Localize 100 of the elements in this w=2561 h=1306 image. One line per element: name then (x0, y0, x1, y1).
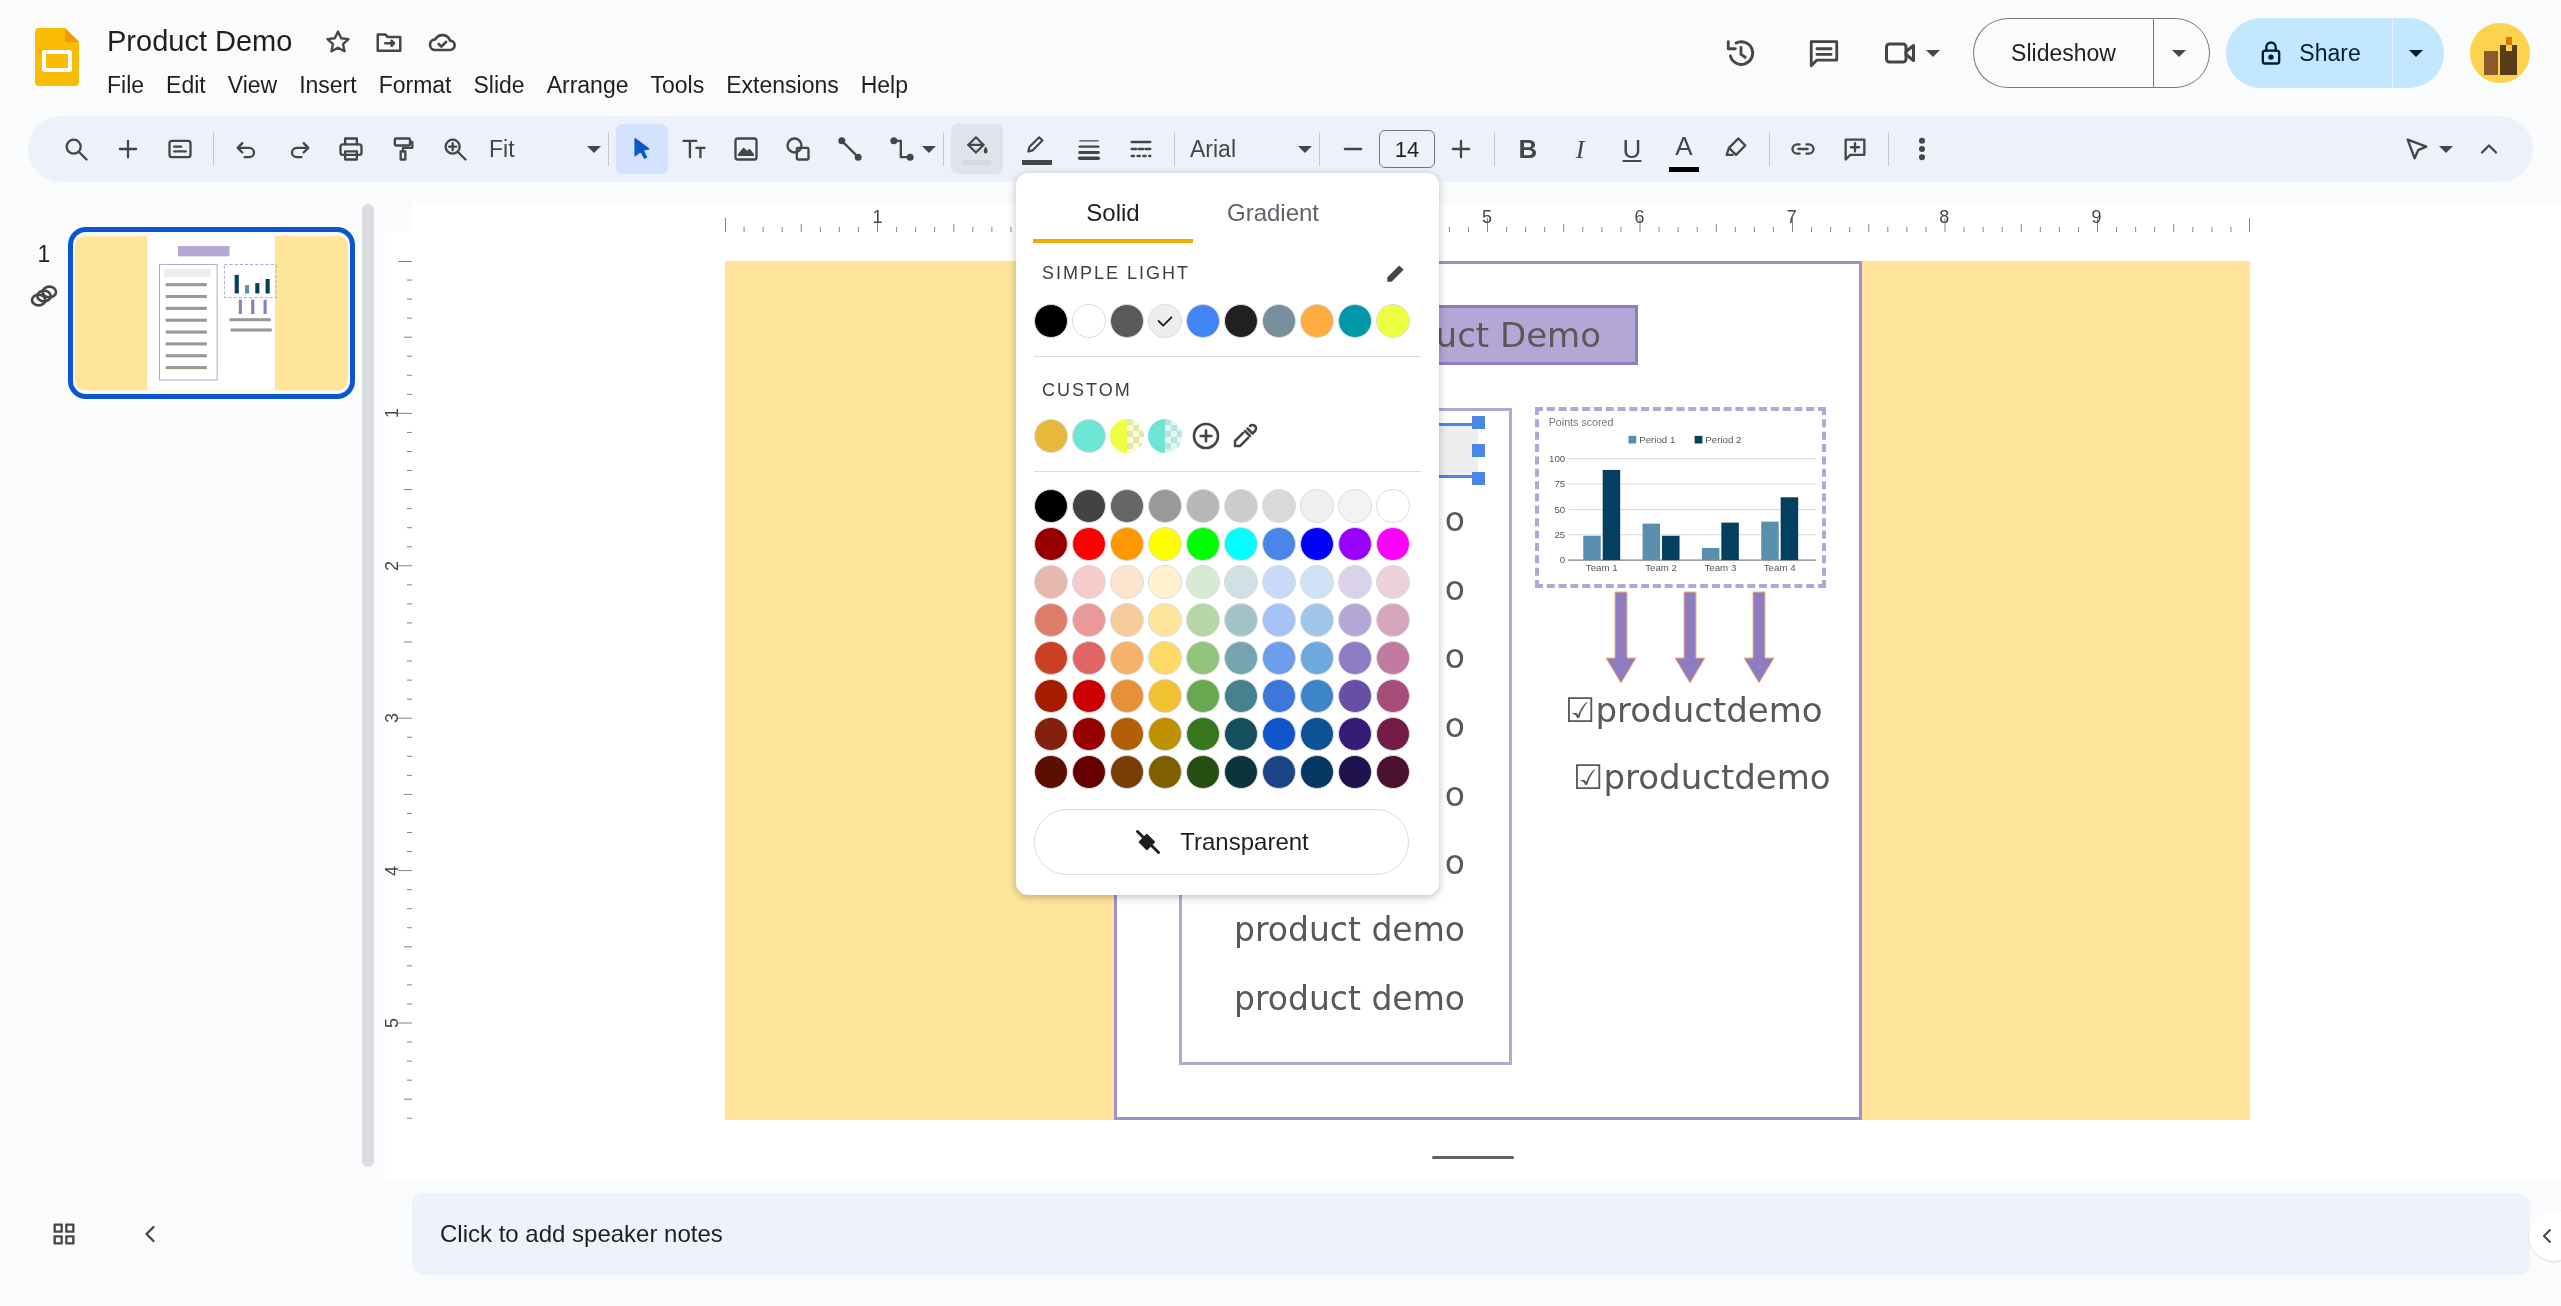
color-swatch[interactable] (1376, 641, 1410, 675)
resize-handle[interactable] (1472, 472, 1485, 485)
color-swatch[interactable] (1072, 304, 1106, 338)
color-swatch[interactable] (1300, 489, 1334, 523)
color-swatch[interactable] (1338, 565, 1372, 599)
color-swatch[interactable] (1186, 717, 1220, 751)
color-swatch[interactable] (1034, 641, 1068, 675)
share-button[interactable]: Share (2226, 18, 2392, 88)
color-swatch[interactable] (1262, 304, 1296, 338)
color-swatch[interactable] (1186, 489, 1220, 523)
format-button[interactable]: I (1554, 125, 1606, 173)
color-swatch[interactable] (1224, 641, 1258, 675)
color-swatch[interactable] (1338, 527, 1372, 561)
color-swatch[interactable] (1110, 527, 1144, 561)
color-swatch[interactable] (1376, 755, 1410, 789)
speaker-notes-field[interactable]: Click to add speaker notes (412, 1193, 2530, 1275)
format-button[interactable]: U (1606, 125, 1658, 173)
caret-icon[interactable] (1926, 49, 1940, 57)
color-swatch[interactable] (1262, 717, 1296, 751)
color-swatch[interactable] (1300, 304, 1334, 338)
color-swatch[interactable] (1034, 603, 1068, 637)
color-swatch[interactable] (1376, 304, 1410, 338)
color-swatch[interactable] (1376, 489, 1410, 523)
color-swatch[interactable] (1300, 603, 1334, 637)
color-swatch[interactable] (1148, 755, 1182, 789)
color-swatch[interactable] (1262, 565, 1296, 599)
color-swatch[interactable] (1186, 603, 1220, 637)
color-swatch[interactable] (1148, 717, 1182, 751)
color-swatch[interactable] (1148, 489, 1182, 523)
color-swatch[interactable] (1224, 717, 1258, 751)
color-swatch[interactable] (1376, 717, 1410, 751)
format-button[interactable]: A (1658, 125, 1710, 173)
menu-item[interactable]: Arrange (538, 65, 637, 104)
font-select[interactable]: Arial (1182, 125, 1312, 173)
color-swatch[interactable] (1072, 489, 1106, 523)
avatar[interactable] (2470, 23, 2530, 83)
font-size-field[interactable]: 14 (1379, 130, 1435, 168)
color-swatch[interactable] (1072, 527, 1106, 561)
color-swatch[interactable] (1148, 304, 1182, 338)
color-swatch[interactable] (1148, 527, 1182, 561)
color-swatch[interactable] (1034, 565, 1068, 599)
cursor-tool-button[interactable] (616, 124, 668, 174)
add-icon[interactable] (1190, 420, 1222, 452)
color-swatch[interactable] (1186, 565, 1220, 599)
document-title[interactable]: Product Demo (107, 20, 293, 64)
color-swatch[interactable] (1034, 419, 1068, 453)
color-swatch[interactable] (1338, 755, 1372, 789)
color-swatch[interactable] (1186, 641, 1220, 675)
menu-item[interactable]: Format (370, 65, 460, 104)
slide-thumbnail[interactable] (68, 227, 355, 399)
color-swatch[interactable] (1338, 717, 1372, 751)
color-swatch[interactable] (1224, 527, 1258, 561)
color-swatch[interactable] (1110, 641, 1144, 675)
color-swatch[interactable] (1110, 304, 1144, 338)
color-swatch[interactable] (1148, 679, 1182, 713)
color-swatch[interactable] (1110, 419, 1144, 453)
color-swatch[interactable] (1300, 717, 1334, 751)
print-icon[interactable] (337, 135, 365, 163)
color-swatch[interactable] (1186, 527, 1220, 561)
color-swatch[interactable] (1224, 755, 1258, 789)
color-swatch[interactable] (1338, 679, 1372, 713)
menu-item[interactable]: Extensions (718, 65, 847, 104)
color-swatch[interactable] (1072, 755, 1106, 789)
color-swatch[interactable] (1072, 603, 1106, 637)
menu-item[interactable]: File (99, 65, 153, 104)
color-swatch[interactable] (1262, 641, 1296, 675)
color-swatch[interactable] (1224, 565, 1258, 599)
color-swatch[interactable] (1186, 679, 1220, 713)
color-swatch[interactable] (1034, 304, 1068, 338)
color-swatch[interactable] (1262, 755, 1296, 789)
color-swatch[interactable] (1186, 304, 1220, 338)
color-swatch[interactable] (1186, 755, 1220, 789)
star-icon[interactable] (324, 27, 353, 56)
color-swatch[interactable] (1376, 679, 1410, 713)
color-swatch[interactable] (1034, 489, 1068, 523)
color-swatch[interactable] (1262, 603, 1296, 637)
color-swatch[interactable] (1110, 717, 1144, 751)
scrollbar[interactable] (362, 204, 374, 1167)
color-swatch[interactable] (1224, 603, 1258, 637)
color-swatch[interactable] (1034, 717, 1068, 751)
tab[interactable]: Solid (1033, 187, 1193, 243)
color-swatch[interactable] (1300, 641, 1334, 675)
color-swatch[interactable] (1148, 565, 1182, 599)
menu-item[interactable]: Help (852, 65, 917, 104)
color-swatch[interactable] (1072, 565, 1106, 599)
color-swatch[interactable] (1072, 641, 1106, 675)
color-swatch[interactable] (1338, 489, 1372, 523)
color-swatch[interactable] (1300, 679, 1334, 713)
menu-item[interactable]: Edit (158, 65, 214, 104)
menu-item[interactable]: Slide (465, 65, 533, 104)
color-swatch[interactable] (1148, 419, 1182, 453)
color-swatch[interactable] (1224, 679, 1258, 713)
color-swatch[interactable] (1110, 565, 1144, 599)
color-swatch[interactable] (1110, 679, 1144, 713)
caret-icon[interactable] (2439, 145, 2453, 153)
color-swatch[interactable] (1072, 679, 1106, 713)
color-swatch[interactable] (1110, 489, 1144, 523)
color-swatch[interactable] (1224, 304, 1258, 338)
color-swatch[interactable] (1338, 304, 1372, 338)
color-swatch[interactable] (1148, 603, 1182, 637)
